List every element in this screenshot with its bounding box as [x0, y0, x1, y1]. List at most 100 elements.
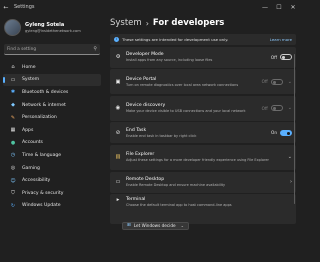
discovery-icon: ◉ [115, 105, 121, 112]
sidebar-item-label: Gaming [22, 165, 40, 171]
terminal-icon: ▸ [116, 197, 120, 204]
card-title: Developer Mode [126, 51, 164, 57]
apps-icon: ▦ [10, 127, 16, 134]
main-content: System › For developers i These settings… [110, 14, 296, 262]
sidebar-item-label: Personalization [22, 115, 57, 121]
device-portal-toggle[interactable] [270, 78, 283, 85]
info-icon: i [114, 37, 119, 42]
toggle-state: Off [270, 54, 277, 60]
bluetooth-icon: ✱ [10, 89, 16, 96]
learn-more-link[interactable]: Learn more [270, 37, 292, 42]
sidebar-item-windows-update[interactable]: ↻ Windows Update [3, 200, 101, 213]
end-task-toggle[interactable] [280, 129, 292, 136]
sidebar-item-privacy[interactable]: ⛉ Privacy & security [3, 187, 101, 200]
sidebar-item-accounts[interactable]: ● Accounts [3, 137, 101, 150]
card-description: Install apps from any source, including … [126, 57, 213, 62]
portal-icon: ▣ [115, 78, 121, 85]
chevron-down-icon[interactable]: ⌄ [288, 105, 292, 111]
card-description: Make your device visible to USB connecti… [126, 109, 246, 114]
user-profile[interactable]: Gyleng Sotela gyleng@insidethenetwork.co… [0, 14, 104, 40]
toggle-state: Off [261, 79, 268, 85]
user-name: Gyleng Sotela [25, 21, 65, 28]
breadcrumb: System › For developers [110, 14, 296, 32]
chevron-right-icon[interactable]: › [290, 179, 292, 185]
sidebar-item-accessibility[interactable]: ☺ Accessibility [3, 174, 101, 187]
file-explorer-card[interactable]: ▤ File Explorer Adjust these settings fo… [110, 144, 296, 170]
sidebar-item-label: System [22, 77, 40, 83]
sidebar-item-bluetooth[interactable]: ✱ Bluetooth & devices [3, 86, 101, 99]
update-icon: ↻ [10, 202, 16, 209]
accessibility-icon: ☺ [10, 177, 16, 184]
search-icon: ⚲ [93, 46, 97, 52]
remote-desktop-icon: ▭ [115, 179, 121, 186]
scrollbar[interactable] [293, 54, 295, 204]
sidebar-item-network[interactable]: ◆ Network & internet [3, 99, 101, 112]
user-email: gyleng@insidethenetwork.com [25, 28, 81, 33]
end-task-icon: ⊘ [115, 129, 121, 136]
close-button[interactable]: ✕ [286, 0, 300, 14]
sidebar-item-label: Home [22, 64, 36, 70]
monitor-icon: ▭ [10, 76, 16, 83]
sidebar-item-apps[interactable]: ▦ Apps [3, 124, 101, 137]
developer-mode-card[interactable]: ⚙ Developer Mode Install apps from any s… [110, 46, 296, 68]
toggle-state: Off [261, 105, 268, 111]
minimize-button[interactable]: — [258, 0, 272, 14]
sidebar-item-label: Accessibility [22, 178, 51, 184]
clock-icon: ◷ [10, 152, 16, 159]
brush-icon: ✎ [10, 114, 16, 121]
sidebar: Gyleng Sotela gyleng@insidethenetwork.co… [0, 14, 104, 262]
card-description: Enable Remote Desktop and ensure machine… [126, 182, 226, 187]
sidebar-nav: ⌂ Home ▭ System ✱ Bluetooth & devices ◆ Netw… [0, 61, 104, 212]
sidebar-item-home[interactable]: ⌂ Home [3, 61, 101, 74]
card-title: Device Portal [126, 76, 157, 82]
tools-icon: ⚙ [115, 54, 121, 61]
chevron-right-icon: › [145, 18, 149, 28]
search-placeholder: Find a setting [7, 46, 37, 52]
device-portal-card[interactable]: ▣ Device Portal Turn on remote diagnosti… [110, 69, 296, 95]
shield-icon: ⛉ [11, 190, 15, 197]
window-controls: — ☐ ✕ [258, 0, 300, 14]
toggle-state: On [271, 130, 277, 136]
sidebar-item-gaming[interactable]: ◎ Gaming [3, 162, 101, 175]
window-title: Settings [14, 4, 35, 10]
sidebar-item-label: Bluetooth & devices [22, 89, 69, 95]
sidebar-item-system[interactable]: ▭ System [3, 73, 101, 87]
chevron-down-icon[interactable]: ⌄ [288, 79, 292, 85]
terminal-dropdown[interactable]: ⊞ Let Windows decide ⌄ [122, 221, 189, 230]
chevron-down-icon[interactable]: ⌄ [288, 154, 292, 160]
card-description: Enable end task in taskbar by right clic… [126, 133, 197, 138]
breadcrumb-parent[interactable]: System [110, 18, 142, 28]
card-description: Adjust these settings for a more develop… [126, 158, 269, 163]
card-title: End Task [126, 127, 147, 133]
info-banner: i These settings are intended for develo… [110, 34, 296, 45]
dropdown-value: Let Windows decide [133, 223, 176, 229]
developer-mode-toggle[interactable] [280, 54, 292, 61]
sidebar-item-label: Network & internet [22, 102, 66, 108]
windows-logo-icon: ⊞ [127, 223, 131, 229]
sidebar-item-label: Privacy & security [22, 190, 64, 196]
card-description: Turn on remote diagnostics over local ar… [126, 82, 239, 87]
remote-desktop-card[interactable]: ▭ Remote Desktop Enable Remote Desktop a… [110, 171, 296, 193]
card-title: Terminal [126, 197, 146, 203]
maximize-button[interactable]: ☐ [272, 0, 286, 14]
sidebar-item-time-language[interactable]: ◷ Time & language [3, 149, 101, 162]
network-icon: ◆ [11, 102, 15, 109]
title-bar: ← Settings — ☐ ✕ [0, 0, 300, 14]
back-arrow-icon[interactable]: ← [0, 4, 12, 11]
sidebar-item-personalization[interactable]: ✎ Personalization [3, 111, 101, 124]
chevron-down-icon: ⌄ [180, 223, 184, 229]
sidebar-item-label: Apps [22, 127, 34, 133]
card-title: Remote Desktop [126, 176, 165, 182]
sidebar-item-label: Accounts [22, 140, 43, 146]
end-task-card[interactable]: ⊘ End Task Enable end task in taskbar by… [110, 122, 296, 144]
device-discovery-toggle[interactable] [270, 105, 283, 112]
folder-icon: ▤ [115, 154, 121, 161]
home-icon: ⌂ [11, 64, 15, 71]
search-input[interactable]: Find a setting ⚲ [4, 44, 100, 55]
person-icon: ● [10, 139, 16, 146]
page-title: For developers [152, 18, 225, 28]
banner-text: These settings are intended for developm… [122, 37, 229, 42]
device-discovery-card[interactable]: ◉ Device discovery Make your device visi… [110, 95, 296, 121]
avatar [4, 18, 21, 36]
card-title: File Explorer [126, 152, 155, 158]
